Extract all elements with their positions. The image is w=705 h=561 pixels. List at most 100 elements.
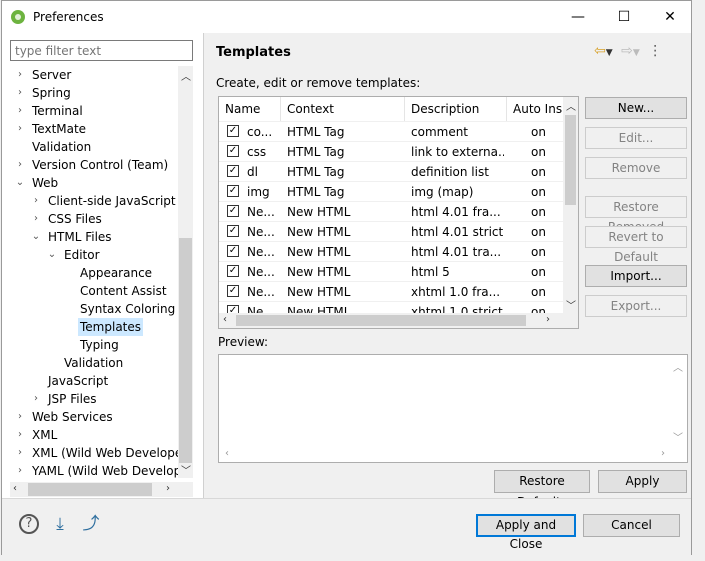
preview-area[interactable]: ︿ ﹀ ‹ › xyxy=(218,354,688,463)
enabled-checkbox[interactable]: ✓ xyxy=(227,225,239,237)
col-header-description[interactable]: Description xyxy=(405,97,507,121)
tree-item[interactable]: Content Assist xyxy=(2,282,178,300)
enabled-checkbox[interactable]: ✓ xyxy=(227,205,239,217)
collapse-chevron-icon[interactable]: ⌄ xyxy=(30,228,42,246)
col-header-name[interactable]: Name xyxy=(219,97,281,121)
export-button[interactable]: Export... xyxy=(585,295,687,317)
tree-item[interactable]: › XML xyxy=(2,426,178,444)
expand-chevron-icon[interactable]: › xyxy=(14,66,26,84)
minimize-button[interactable]: — xyxy=(555,5,601,29)
table-scroll-left-icon[interactable]: ‹ xyxy=(223,314,227,325)
view-menu-icon[interactable]: ⋮ xyxy=(648,43,662,59)
apply-button[interactable]: Apply xyxy=(598,470,687,493)
tree-item[interactable]: ⌄ HTML Files xyxy=(2,228,178,246)
table-scroll-right-icon[interactable]: › xyxy=(546,314,550,325)
expand-chevron-icon[interactable]: › xyxy=(14,120,26,138)
forward-dropdown-icon[interactable]: ▼ xyxy=(633,48,640,58)
preview-scroll-down-icon[interactable]: ﹀ xyxy=(673,429,683,444)
table-hscroll-thumb[interactable] xyxy=(236,315,526,326)
tree-vertical-scrollbar[interactable]: ︿ ﹀ xyxy=(178,66,193,478)
expand-chevron-icon[interactable]: › xyxy=(14,156,26,174)
close-window-button[interactable]: ✕ xyxy=(647,5,693,29)
col-header-context[interactable]: Context xyxy=(281,97,405,121)
col-header-auto-insert[interactable]: Auto Ins xyxy=(507,97,564,121)
expand-chevron-icon[interactable]: › xyxy=(30,192,42,210)
tree-item[interactable]: JavaScript xyxy=(2,372,178,390)
enabled-checkbox[interactable]: ✓ xyxy=(227,165,239,177)
revert-to-default-button[interactable]: Revert to Default xyxy=(585,226,687,264)
tree-item[interactable]: › Web Services xyxy=(2,408,178,426)
table-vertical-scrollbar[interactable]: ︿ ﹀ xyxy=(563,97,578,313)
table-scroll-down-icon[interactable]: ﹀ xyxy=(566,297,576,312)
export-preferences-icon[interactable]: ⤴ xyxy=(81,514,101,534)
help-icon[interactable]: ? xyxy=(19,514,39,534)
maximize-button[interactable]: ☐ xyxy=(601,5,647,29)
forward-arrow-icon[interactable]: ⇨ xyxy=(621,43,633,59)
expand-chevron-icon[interactable]: › xyxy=(14,462,26,478)
import-preferences-icon[interactable]: ⤓ xyxy=(50,514,70,534)
enabled-checkbox[interactable]: ✓ xyxy=(227,265,239,277)
preview-scroll-left-icon[interactable]: ‹ xyxy=(225,448,229,459)
apply-and-close-button[interactable]: Apply and Close xyxy=(476,514,576,551)
tree-item[interactable]: › Client-side JavaScript xyxy=(2,192,178,210)
expand-chevron-icon[interactable]: › xyxy=(30,390,42,408)
scroll-left-icon[interactable]: ‹ xyxy=(13,483,17,494)
tree-item[interactable]: Typing xyxy=(2,336,178,354)
tree-horizontal-scrollbar[interactable]: ‹ › xyxy=(10,482,193,497)
table-row[interactable]: ✓ css HTML Tag link to externa... on xyxy=(219,141,564,162)
collapse-chevron-icon[interactable]: ⌄ xyxy=(46,246,58,264)
tree-item[interactable]: › Version Control (Team) xyxy=(2,156,178,174)
expand-chevron-icon[interactable]: › xyxy=(14,102,26,120)
scroll-down-icon[interactable]: ﹀ xyxy=(181,462,191,477)
table-row[interactable]: ✓ dl HTML Tag definition list on xyxy=(219,161,564,182)
back-arrow-icon[interactable]: ⇦ xyxy=(594,43,606,59)
expand-chevron-icon[interactable]: › xyxy=(14,426,26,444)
enabled-checkbox[interactable]: ✓ xyxy=(227,285,239,297)
scroll-up-icon[interactable]: ︿ xyxy=(181,68,191,83)
tree-item[interactable]: › Server xyxy=(2,66,178,84)
tree-item[interactable]: Validation xyxy=(2,354,178,372)
expand-chevron-icon[interactable]: › xyxy=(14,444,26,462)
preview-scroll-right-icon[interactable]: › xyxy=(661,448,665,459)
tree-item[interactable]: › CSS Files xyxy=(2,210,178,228)
table-row[interactable]: ✓ Ne... New HTML html 4.01 tra... on xyxy=(219,241,564,262)
tree-item[interactable]: Validation xyxy=(2,138,178,156)
table-row[interactable]: ✓ img HTML Tag img (map) on xyxy=(219,181,564,202)
enabled-checkbox[interactable]: ✓ xyxy=(227,125,239,137)
table-row[interactable]: ✓ Ne... New HTML html 4.01 fra... on xyxy=(219,201,564,222)
table-scroll-up-icon[interactable]: ︿ xyxy=(566,98,576,113)
remove-button[interactable]: Remove xyxy=(585,157,687,179)
expand-chevron-icon[interactable]: › xyxy=(14,84,26,102)
expand-chevron-icon[interactable]: › xyxy=(14,408,26,426)
table-row[interactable]: ✓ Ne... New HTML html 5 on xyxy=(219,261,564,282)
tree-item[interactable]: Appearance xyxy=(2,264,178,282)
tree-item[interactable]: › XML (Wild Web Developer) xyxy=(2,444,178,462)
collapse-chevron-icon[interactable]: ⌄ xyxy=(14,174,26,192)
scroll-right-icon[interactable]: › xyxy=(166,483,170,494)
tree-item[interactable]: ⌄ Editor xyxy=(2,246,178,264)
enabled-checkbox[interactable]: ✓ xyxy=(227,145,239,157)
restore-removed-button[interactable]: Restore Removed xyxy=(585,196,687,234)
enabled-checkbox[interactable]: ✓ xyxy=(227,185,239,197)
preview-scroll-up-icon[interactable]: ︿ xyxy=(673,359,683,374)
new-button[interactable]: New... xyxy=(585,97,687,119)
tree-item[interactable]: › Terminal xyxy=(2,102,178,120)
table-horizontal-scrollbar[interactable]: ‹ › xyxy=(219,313,578,328)
table-row[interactable]: ✓ Ne... New HTML html 4.01 strict on xyxy=(219,221,564,242)
edit-button[interactable]: Edit... xyxy=(585,127,687,149)
back-dropdown-icon[interactable]: ▼ xyxy=(606,48,613,58)
tree-item[interactable]: › Spring xyxy=(2,84,178,102)
tree-item[interactable]: › YAML (Wild Web Developer) xyxy=(2,462,178,478)
tree-item[interactable]: ⌄ Web xyxy=(2,174,178,192)
cancel-button[interactable]: Cancel xyxy=(583,514,680,537)
filter-input[interactable] xyxy=(10,40,193,61)
tree-item[interactable]: › TextMate xyxy=(2,120,178,138)
tree-scroll-thumb[interactable] xyxy=(179,238,192,463)
table-row[interactable]: ✓ Ne... New HTML xhtml 1.0 fra... on xyxy=(219,281,564,302)
import-button[interactable]: Import... xyxy=(585,265,687,287)
table-row[interactable]: ✓ co... HTML Tag comment on xyxy=(219,121,564,142)
restore-defaults-button[interactable]: Restore Defaults xyxy=(494,470,590,509)
tree-item[interactable]: › JSP Files xyxy=(2,390,178,408)
tree-item[interactable]: Templates xyxy=(2,318,178,336)
table-vscroll-thumb[interactable] xyxy=(565,115,576,205)
